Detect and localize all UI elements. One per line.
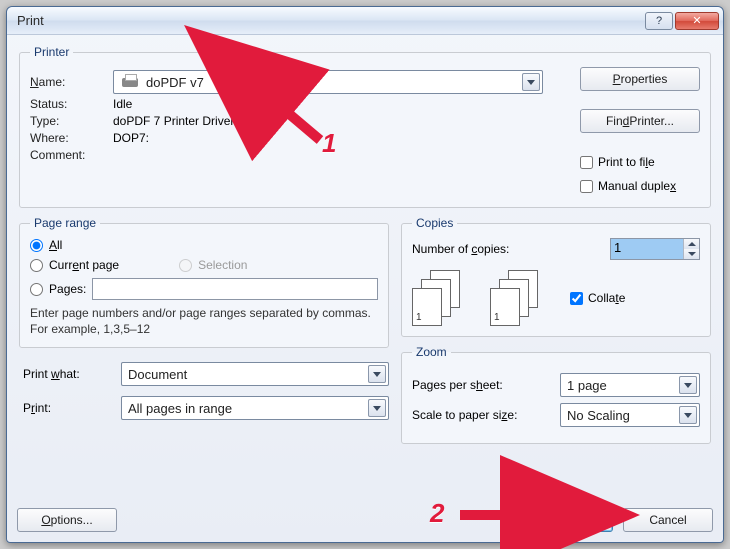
pages-per-sheet-select[interactable]: 1 page: [560, 373, 700, 397]
manual-duplex-input[interactable]: [580, 180, 593, 193]
spin-down-button[interactable]: [684, 249, 699, 259]
range-current-input[interactable]: [30, 259, 43, 272]
collate-input[interactable]: [570, 292, 583, 305]
help-button[interactable]: ?: [645, 12, 673, 30]
status-value: Idle: [113, 97, 132, 111]
zoom-group: Zoom Pages per sheet: 1 page Scale to pa…: [401, 345, 711, 444]
range-selection-input: [179, 259, 192, 272]
properties-button[interactable]: Properties: [580, 67, 700, 91]
type-label: Type:: [30, 114, 105, 128]
pages-per-sheet-value: 1 page: [567, 378, 679, 393]
print-scope-area: Print what: Document Print: All pages in…: [19, 356, 389, 422]
printer-selected-value: doPDF v7: [146, 75, 522, 90]
scale-to-paper-label: Scale to paper size:: [412, 408, 552, 422]
where-value: DOP7:: [113, 131, 149, 145]
manual-duplex-label: Manual duplex: [598, 179, 676, 193]
page-range-group: Page range All Current page: [19, 216, 389, 348]
print-to-file-checkbox[interactable]: Print to file: [580, 155, 700, 169]
page-range-hint: Enter page numbers and/or page ranges se…: [30, 306, 378, 337]
zoom-legend: Zoom: [412, 345, 451, 359]
range-pages[interactable]: Pages:: [30, 278, 378, 300]
chevron-down-icon: [679, 376, 697, 394]
annotation-number-1: 1: [322, 128, 336, 159]
collate-illustration: 3 2 1 3 2 1: [412, 270, 540, 326]
comment-label: Comment:: [30, 148, 105, 162]
spin-up-button[interactable]: [684, 239, 699, 249]
status-label: Status:: [30, 97, 105, 111]
printer-icon: [120, 74, 140, 90]
print-to-file-input[interactable]: [580, 156, 593, 169]
copies-legend: Copies: [412, 216, 457, 230]
print-scope-label: Print:: [23, 401, 113, 415]
print-dialog: Print ? ✕ Printer Name: doPDF v7 Status:…: [6, 6, 724, 543]
dialog-footer: Options... OK Cancel: [7, 502, 723, 542]
collate-checkbox[interactable]: Collate: [570, 291, 625, 305]
options-button[interactable]: Options...: [17, 508, 117, 532]
titlebar[interactable]: Print ? ✕: [7, 7, 723, 35]
print-scope-select[interactable]: All pages in range: [121, 396, 389, 420]
range-all[interactable]: All: [30, 238, 378, 252]
chevron-down-icon: [368, 399, 386, 417]
annotation-number-2: 2: [430, 498, 444, 529]
range-selection: Selection: [179, 258, 247, 272]
page-range-legend: Page range: [30, 216, 100, 230]
cancel-button[interactable]: Cancel: [623, 508, 713, 532]
where-label: Where:: [30, 131, 105, 145]
close-icon: ✕: [692, 14, 701, 27]
range-current[interactable]: Current page: [30, 258, 119, 272]
print-scope-value: All pages in range: [128, 401, 368, 416]
printer-legend: Printer: [30, 45, 73, 59]
range-all-input[interactable]: [30, 239, 43, 252]
scale-to-paper-value: No Scaling: [567, 408, 679, 423]
num-copies-value[interactable]: 1: [611, 239, 683, 259]
num-copies-label: Number of copies:: [412, 242, 509, 256]
print-to-file-label: Print to file: [598, 155, 655, 169]
type-value: doPDF 7 Printer Driver: [113, 114, 234, 128]
print-what-select[interactable]: Document: [121, 362, 389, 386]
scale-to-paper-select[interactable]: No Scaling: [560, 403, 700, 427]
print-what-value: Document: [128, 367, 368, 382]
print-what-label: Print what:: [23, 367, 113, 381]
copies-group: Copies Number of copies: 1: [401, 216, 711, 337]
printer-select[interactable]: doPDF v7: [113, 70, 543, 94]
chevron-down-icon: [679, 406, 697, 424]
help-icon: ?: [656, 15, 662, 27]
window-title: Print: [17, 13, 643, 28]
chevron-down-icon: [522, 73, 540, 91]
chevron-down-icon: [368, 365, 386, 383]
printer-group: Printer Name: doPDF v7 Status: Idle Type:…: [19, 45, 711, 208]
name-label: Name:: [30, 75, 105, 89]
close-button[interactable]: ✕: [675, 12, 719, 30]
manual-duplex-checkbox[interactable]: Manual duplex: [580, 179, 700, 193]
num-copies-spinner[interactable]: 1: [610, 238, 700, 260]
pages-per-sheet-label: Pages per sheet:: [412, 378, 552, 392]
pages-input[interactable]: [92, 278, 378, 300]
chevron-down-icon: [688, 252, 696, 256]
find-printer-button[interactable]: Find Printer...: [580, 109, 700, 133]
range-pages-input[interactable]: [30, 283, 43, 296]
ok-button[interactable]: OK: [523, 508, 613, 532]
chevron-up-icon: [688, 242, 696, 246]
